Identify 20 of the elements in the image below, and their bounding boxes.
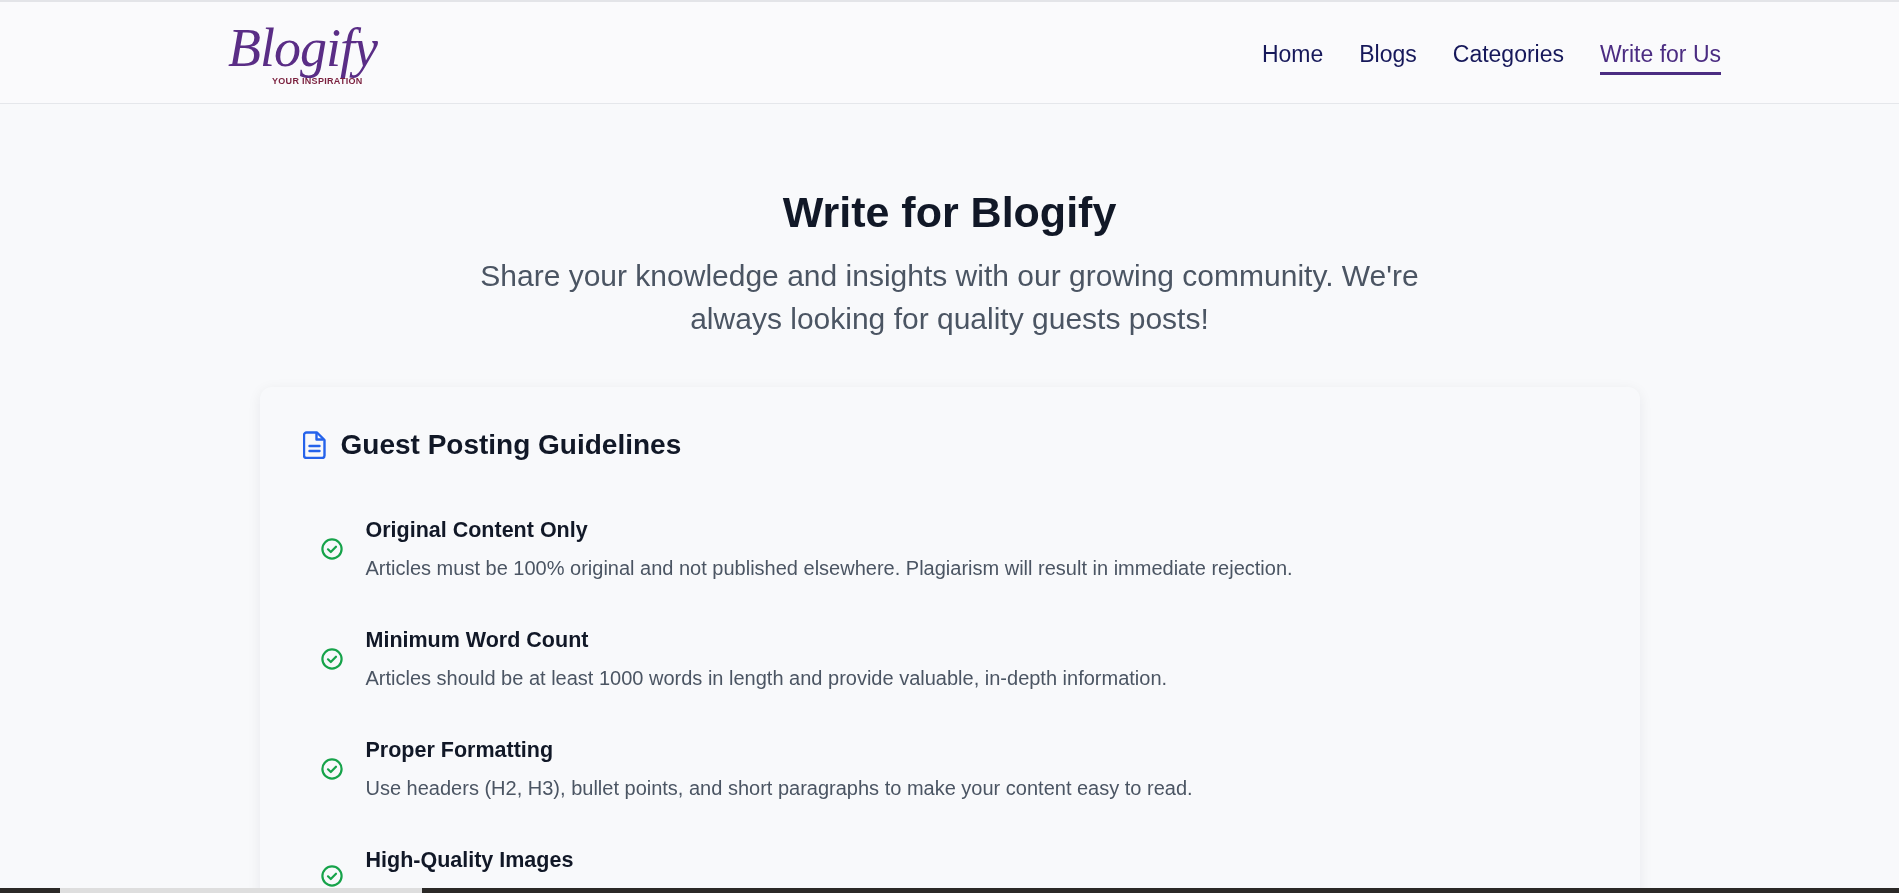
nav-link[interactable]: Write for Us [1600, 40, 1721, 75]
page-subtitle: Share your knowledge and insights with our growing community. We're always looking for quality guests posts! [479, 258, 1420, 337]
guideline-title: Proper Formatting [365, 737, 555, 764]
page-title: Write for Blogify [782, 187, 1117, 238]
nav-link[interactable]: Home [1261, 40, 1324, 75]
check-circle-icon [320, 758, 343, 780]
guideline-title: Original Content Only [365, 517, 589, 544]
section-title: Guest Posting Guidelines [340, 428, 682, 462]
nav-link[interactable]: Blogs [1359, 40, 1417, 75]
guideline-description: Articles should be at least 1000 words in length and provide valuable, in-depth information. [365, 666, 1168, 691]
guideline-title: Minimum Word Count [365, 627, 590, 654]
guideline-description: Use headers (H2, H3), bullet points, and short paragraphs to make your content easy to read. [365, 776, 1193, 801]
logo-wordmark[interactable]: Blogify [228, 20, 377, 76]
check-circle-icon [320, 648, 343, 670]
check-circle-icon [320, 538, 343, 560]
document-icon [302, 431, 326, 459]
nav-link[interactable]: Categories [1452, 40, 1564, 75]
guideline-description: Articles must be 100% original and not published elsewhere. Plagiarism will result in immediate rejection. [365, 556, 1293, 581]
check-circle-icon [320, 865, 343, 887]
guideline-title: High-Quality Images [365, 847, 574, 874]
